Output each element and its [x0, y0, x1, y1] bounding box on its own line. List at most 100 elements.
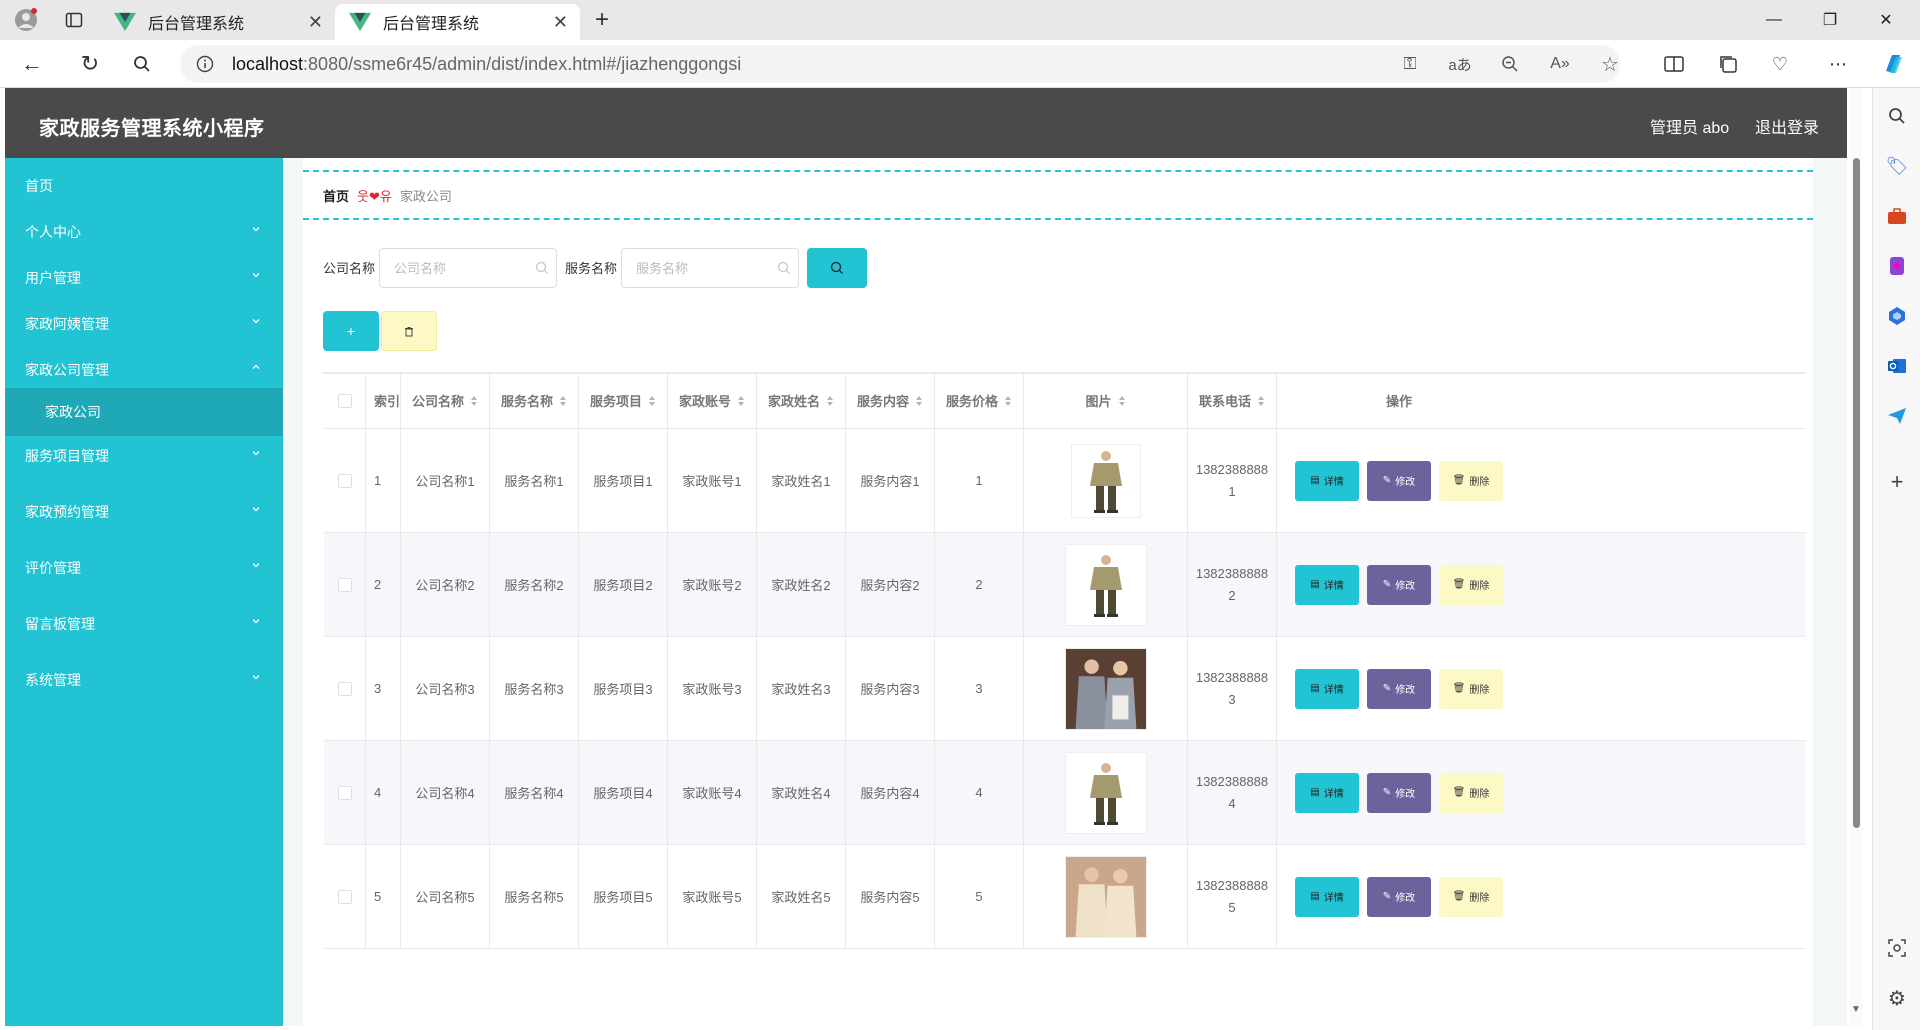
- cell-account-value: 家政账号1: [682, 474, 742, 489]
- uniform-photo[interactable]: [1064, 855, 1147, 938]
- detail-button[interactable]: ▤ 详情: [1295, 876, 1359, 917]
- profile-avatar-icon[interactable]: [12, 6, 40, 34]
- screenshot-icon[interactable]: [1885, 936, 1909, 960]
- new-tab-icon[interactable]: +: [588, 6, 616, 34]
- column-header-content[interactable]: 服务内容: [846, 373, 935, 428]
- detail-button[interactable]: ▤ 详情: [1295, 668, 1359, 709]
- sort-icon[interactable]: [1118, 395, 1126, 407]
- batch-delete-button[interactable]: [381, 311, 437, 351]
- read-aloud-icon[interactable]: A»: [1548, 52, 1572, 76]
- browser-tab-2[interactable]: 后台管理系统 ✕: [335, 4, 580, 40]
- column-header-housekeeper-name[interactable]: 家政姓名: [757, 373, 846, 428]
- add-button[interactable]: +: [323, 311, 379, 351]
- column-header-service[interactable]: 服务名称: [490, 373, 579, 428]
- sort-icon[interactable]: [1004, 395, 1012, 407]
- edit-button[interactable]: ✎ 修改: [1367, 460, 1431, 501]
- column-header-company[interactable]: 公司名称: [401, 373, 490, 428]
- settings-gear-icon[interactable]: ⚙: [1885, 986, 1909, 1010]
- sidebar-item-service-item-management[interactable]: 服务项目管理: [5, 428, 283, 484]
- more-menu-icon[interactable]: ⋯: [1826, 52, 1850, 76]
- uniform-photo[interactable]: [1064, 543, 1147, 626]
- sidebar-item-system-management[interactable]: 系统管理: [5, 652, 283, 708]
- outlook-icon[interactable]: [1885, 354, 1909, 378]
- delete-button-label: 删除: [1469, 581, 1490, 592]
- column-header-phone[interactable]: 联系电话: [1188, 373, 1277, 428]
- edit-button[interactable]: ✎ 修改: [1367, 564, 1431, 605]
- row-checkbox[interactable]: [337, 473, 352, 488]
- detail-button[interactable]: ▤ 详情: [1295, 460, 1359, 501]
- translate-icon[interactable]: aあ: [1446, 52, 1474, 76]
- delete-button[interactable]: 🗑 删除: [1439, 876, 1503, 917]
- sort-icon[interactable]: [915, 395, 923, 407]
- uniform-photo[interactable]: [1064, 751, 1147, 834]
- tab-close-icon[interactable]: ✕: [308, 12, 323, 33]
- row-checkbox[interactable]: [337, 889, 352, 904]
- breadcrumb: 首页 웃❤유 家政公司: [303, 170, 1813, 220]
- tab-actions-icon[interactable]: [62, 8, 86, 32]
- row-checkbox[interactable]: [337, 785, 352, 800]
- delete-button[interactable]: 🗑 删除: [1439, 564, 1503, 605]
- sidebar-item-review-management[interactable]: 评价管理: [5, 540, 283, 596]
- tools-briefcase-icon[interactable]: [1885, 204, 1909, 228]
- sidebar-search-icon[interactable]: [1885, 104, 1909, 128]
- logout-link[interactable]: 退出登录: [1755, 114, 1819, 138]
- detail-button[interactable]: ▤ 详情: [1295, 564, 1359, 605]
- browser-essentials-icon[interactable]: ♡: [1768, 52, 1792, 76]
- favorite-star-icon[interactable]: ☆: [1598, 52, 1622, 76]
- tab-close-icon[interactable]: ✕: [553, 12, 568, 33]
- edit-button[interactable]: ✎ 修改: [1367, 772, 1431, 813]
- delete-button[interactable]: 🗑 删除: [1439, 460, 1503, 501]
- scroll-down-arrow-icon[interactable]: ▼: [1851, 1004, 1861, 1015]
- service-name-input[interactable]: [621, 248, 799, 288]
- delete-button[interactable]: 🗑 删除: [1439, 668, 1503, 709]
- delete-button[interactable]: 🗑 删除: [1439, 772, 1503, 813]
- scrollbar-thumb[interactable]: [1853, 158, 1860, 828]
- sort-icon[interactable]: [1257, 395, 1265, 407]
- split-screen-icon[interactable]: [1662, 52, 1686, 76]
- refresh-icon[interactable]: ↻: [78, 51, 102, 76]
- company-name-input[interactable]: [379, 248, 557, 288]
- detail-button[interactable]: ▤ 详情: [1295, 772, 1359, 813]
- column-header-image[interactable]: 图片: [1024, 373, 1188, 428]
- collections-icon[interactable]: [1716, 52, 1740, 76]
- shopping-tag-icon[interactable]: 🏷: [1885, 154, 1909, 178]
- copilot-icon[interactable]: [1880, 50, 1908, 78]
- sidebar-item-appointment-management[interactable]: 家政预约管理: [5, 484, 283, 540]
- sort-icon[interactable]: [559, 395, 567, 407]
- row-checkbox[interactable]: [337, 577, 352, 592]
- cell-service-value: 服务名称2: [504, 578, 564, 593]
- sidebar-item-message-board-management[interactable]: 留言板管理: [5, 596, 283, 652]
- select-all-checkbox[interactable]: [337, 393, 352, 408]
- uniform-photo[interactable]: [1064, 647, 1147, 730]
- zoom-out-icon[interactable]: [1498, 52, 1522, 76]
- cell-company: 公司名称4: [401, 741, 490, 844]
- breadcrumb-home[interactable]: 首页: [323, 186, 349, 205]
- page-scrollbar[interactable]: ▼: [1850, 88, 1862, 1026]
- games-icon[interactable]: [1885, 254, 1909, 278]
- maximize-icon[interactable]: ❐: [1802, 0, 1858, 40]
- row-checkbox[interactable]: [337, 681, 352, 696]
- column-header-account[interactable]: 家政账号: [668, 373, 757, 428]
- sort-icon[interactable]: [826, 395, 834, 407]
- browser-tab-1[interactable]: 后台管理系统 ✕: [100, 4, 335, 40]
- edit-button[interactable]: ✎ 修改: [1367, 668, 1431, 709]
- edit-button[interactable]: ✎ 修改: [1367, 876, 1431, 917]
- sort-icon[interactable]: [648, 395, 656, 407]
- window-close-icon[interactable]: ✕: [1858, 0, 1914, 40]
- site-info-icon[interactable]: [194, 53, 216, 75]
- uniform-photo[interactable]: [1070, 443, 1141, 518]
- add-sidebar-app-icon[interactable]: +: [1885, 469, 1909, 494]
- sort-icon[interactable]: [737, 395, 745, 407]
- send-icon[interactable]: [1885, 404, 1909, 428]
- browser-address-bar: ← ↻ localhost:8080/ssme6r45/admin/dist/i…: [0, 40, 1920, 88]
- copilot-side-icon[interactable]: [1885, 304, 1909, 328]
- row-checkbox-cell: [324, 429, 366, 532]
- search-button[interactable]: [807, 248, 867, 288]
- minimize-icon[interactable]: —: [1746, 0, 1802, 40]
- column-header-price[interactable]: 服务价格: [935, 373, 1024, 428]
- search-icon[interactable]: [130, 52, 154, 76]
- key-icon[interactable]: ⚿: [1398, 52, 1422, 76]
- column-header-service-item[interactable]: 服务项目: [579, 373, 668, 428]
- sort-icon[interactable]: [470, 395, 478, 407]
- back-icon[interactable]: ←: [20, 51, 44, 76]
